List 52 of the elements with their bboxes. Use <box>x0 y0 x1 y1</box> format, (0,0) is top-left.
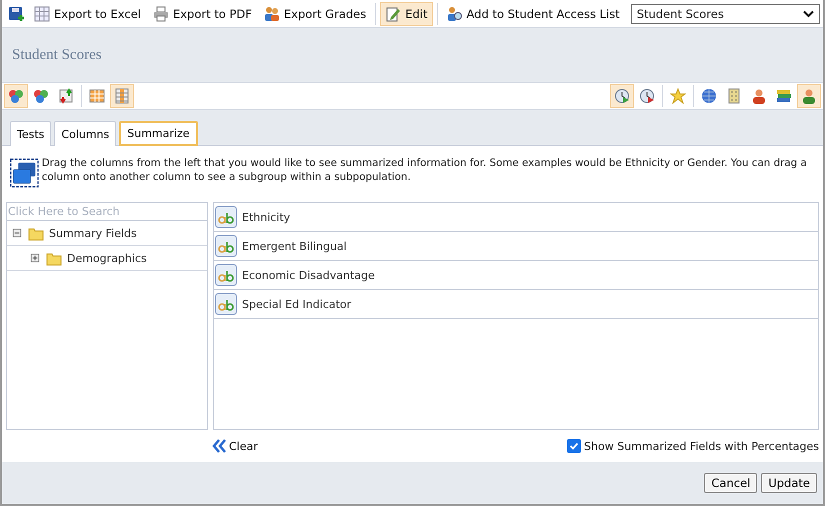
toolbar-button[interactable]: Export to PDF <box>148 2 257 26</box>
field-label: Ethnicity <box>242 210 290 224</box>
clear-link[interactable]: Clear <box>212 439 258 453</box>
toolbar-icon-button[interactable] <box>610 84 634 108</box>
people-search-icon <box>446 6 463 22</box>
toolbar-icon-button[interactable] <box>4 84 28 108</box>
people-icon <box>264 6 280 22</box>
tree-item[interactable]: Demographics <box>67 252 147 264</box>
books-icon <box>776 88 792 104</box>
checkbox-label: Show Summarized Fields with Percentages <box>584 440 819 452</box>
tree-item[interactable]: Summary Fields <box>49 226 137 240</box>
tab[interactable]: Tests <box>10 121 52 146</box>
field-label: Economic Disadvantage <box>242 268 375 282</box>
table-column-icon <box>114 88 130 104</box>
double-chevron-left-icon <box>212 439 226 453</box>
sort-arrows-icon <box>58 88 74 104</box>
toolbar-icon-button[interactable] <box>110 84 134 108</box>
dialog-button[interactable]: Update <box>761 473 817 493</box>
save-icon <box>8 6 24 22</box>
toolbar-button[interactable]: Add to Student Access List <box>442 2 625 26</box>
toolbar-button[interactable]: Export to Excel <box>29 2 146 26</box>
toolbar-icon-button[interactable] <box>797 84 821 108</box>
collapse-icon <box>11 227 23 239</box>
building-icon <box>726 88 742 104</box>
checkbox[interactable] <box>567 439 582 453</box>
text-field-icon <box>215 206 237 228</box>
grid-icon <box>34 6 50 22</box>
dialog-button[interactable]: Cancel <box>704 473 758 493</box>
globe-icon <box>701 88 717 104</box>
table-rows-icon <box>89 88 105 104</box>
chevron-down-icon <box>803 10 814 18</box>
tab[interactable]: Summarize <box>119 121 198 146</box>
text-field-icon <box>215 264 237 286</box>
star-icon <box>670 88 686 104</box>
notepad-pencil-icon <box>385 6 402 22</box>
view-select[interactable]: Student Scores <box>630 4 820 24</box>
field-label: Emergent Bilingual <box>242 240 347 252</box>
tab[interactable]: Columns <box>54 121 116 146</box>
person-icon <box>751 88 767 104</box>
toolbar-button[interactable]: Export Grades <box>258 2 372 26</box>
circles-icon <box>8 88 24 104</box>
expand-icon <box>29 252 41 264</box>
clock-play-icon <box>614 88 630 104</box>
text-field-icon <box>215 235 237 257</box>
page-title: Student Scores <box>12 46 102 64</box>
circles-icon <box>33 88 49 104</box>
printer-icon <box>152 6 169 22</box>
person-icon <box>801 88 817 104</box>
text-field-icon <box>215 293 237 315</box>
field-label: Special Ed Indicator <box>242 298 352 310</box>
toolbar-button[interactable]: Edit <box>380 2 433 26</box>
instructions-text: Drag the columns from the left that you would like to see summarized information for. Some examples would be Ethnicity or Gender. You can drag a column onto another column to see a subgroup within a subpopulation. <box>42 156 808 184</box>
